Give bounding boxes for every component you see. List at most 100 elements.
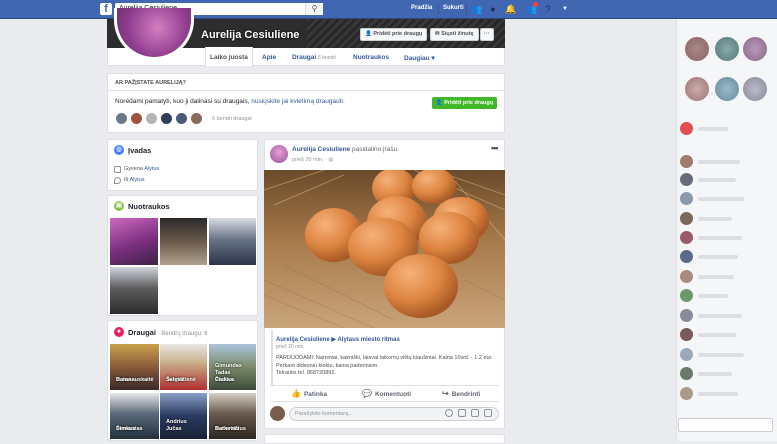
friend-tile[interactable]: Domantas Šimkus [110, 393, 159, 439]
story-avatar[interactable] [743, 37, 767, 61]
chat-contact-avatar[interactable] [680, 309, 693, 322]
lives-in-city-link[interactable]: Alytus [144, 166, 159, 172]
chat-contact-name[interactable] [698, 294, 728, 298]
mutual-friend-avatar[interactable] [160, 112, 173, 125]
gif-icon[interactable] [471, 409, 479, 417]
emoji-icon[interactable] [445, 409, 453, 417]
chat-contact-avatar[interactable] [680, 231, 693, 244]
chat-contact-name[interactable] [698, 160, 740, 164]
friend-tile[interactable]: Robertas Barkevičius [209, 393, 256, 439]
send-message-button[interactable]: ✉ Siųsti žinutę [430, 28, 479, 41]
post-author-link[interactable]: Aurelija Cesiuliene [292, 146, 350, 153]
chat-contact-name[interactable] [698, 236, 742, 240]
chat-contact-avatar[interactable] [680, 250, 693, 263]
photos-title[interactable]: Nuotraukos [128, 202, 170, 211]
tab-friends[interactable]: Draugai 6 bendri [292, 54, 336, 61]
share-button[interactable]: ↪ Bendrinti [442, 389, 480, 398]
comment-input[interactable]: Parašykite komentarą... [289, 407, 499, 421]
nav-home-link[interactable]: Pradžia [411, 5, 432, 11]
mutual-friends-count[interactable]: 6 bendri draugai [212, 116, 252, 122]
chat-contact-avatar[interactable] [680, 155, 693, 168]
post-time[interactable]: prieš 20 min. · ◍ [292, 157, 333, 163]
lives-in-text: Gyvena Alytus [124, 166, 159, 172]
from-city-link[interactable]: Alytus [130, 177, 145, 183]
current-user-avatar [270, 406, 285, 421]
add-friend-button[interactable]: 👤 Pridėti prie draugų [360, 28, 428, 41]
chat-contact-name[interactable] [698, 333, 736, 337]
friend-tile[interactable]: Paulius Gimundas Tadas Čiukas [209, 344, 256, 390]
chat-contact-name[interactable] [698, 353, 744, 357]
help-icon[interactable]: ? [543, 4, 553, 14]
photo-thumbnail[interactable] [209, 218, 256, 265]
story-avatar[interactable] [685, 37, 709, 61]
tab-more[interactable]: Daugiau ▾ [404, 54, 435, 62]
chat-contact-name[interactable] [698, 217, 732, 221]
story-avatar[interactable] [685, 77, 709, 101]
like-button[interactable]: 👍 Patinka [291, 389, 327, 398]
photo-thumbnail[interactable] [110, 267, 158, 314]
mutual-friend-avatar[interactable] [130, 112, 143, 125]
messenger-icon[interactable]: ● [488, 4, 498, 14]
chat-contact-avatar[interactable] [680, 328, 693, 341]
chat-contact-avatar[interactable] [680, 270, 693, 283]
post-image-eggs[interactable] [264, 170, 505, 328]
chat-contact-avatar[interactable] [680, 212, 693, 225]
chat-contact-name[interactable] [698, 314, 742, 318]
shared-author-link[interactable]: Aurelija Cesiuliene [276, 337, 330, 343]
friends-icon[interactable]: 👥 [471, 4, 482, 14]
chat-contact-avatar[interactable] [680, 387, 693, 400]
photo-thumbnail[interactable] [110, 218, 158, 265]
chat-contact-name[interactable] [698, 275, 734, 279]
post-author-avatar[interactable] [270, 145, 288, 163]
chat-search-input[interactable] [678, 418, 773, 432]
comment-button[interactable]: 💬 Komentuoti [362, 389, 411, 398]
search-icon[interactable]: ⚲ [305, 3, 323, 15]
mutual-friend-avatar[interactable] [145, 112, 158, 125]
friend-tile[interactable]: Daina Baranauskaitė [110, 344, 159, 390]
mutual-friends-subtitle: · Bendrų draugų: 6 [155, 331, 208, 337]
shared-group-link[interactable]: Alytaus miesto ritmas [337, 337, 399, 343]
chat-contact-avatar[interactable] [680, 367, 693, 380]
story-avatar[interactable] [715, 37, 739, 61]
post-action-text: pasidalino įrašu. [350, 146, 399, 153]
mutual-friend-avatar[interactable] [175, 112, 188, 125]
do-you-know-heading: AR PAŽĮSTATE AURELIJĄ? [115, 80, 186, 86]
chat-contact-name[interactable] [698, 197, 744, 201]
bell-icon[interactable]: 🔔 [505, 4, 516, 14]
chat-contact-name[interactable] [698, 392, 738, 396]
chat-contact-avatar[interactable] [680, 289, 693, 302]
post-options-icon[interactable]: ••• [491, 143, 499, 153]
story-avatar[interactable] [715, 77, 739, 101]
friend-tile[interactable]: Andrius Jučas [160, 393, 207, 439]
caret-down-icon[interactable]: ▼ [560, 4, 570, 14]
mutual-friend-avatar[interactable] [115, 112, 128, 125]
message-icon: ✉ [435, 31, 440, 37]
friend-tile[interactable]: Jurgita Šelevičienė [160, 344, 207, 390]
tab-photos[interactable]: Nuotraukos [353, 54, 389, 61]
friends-title-label[interactable]: Draugai [128, 328, 156, 337]
tab-timeline[interactable]: Laiko juosta [210, 54, 248, 61]
nav-create-link[interactable]: Sukurti [443, 5, 464, 11]
send-request-link[interactable]: nusiųskite jai kvietimą draugauti. [251, 98, 345, 105]
story-avatar[interactable] [743, 77, 767, 101]
shared-post-time[interactable]: prieš 20 min. [276, 344, 305, 350]
chat-contact-avatar[interactable] [680, 122, 693, 135]
chat-contact-avatar[interactable] [680, 192, 693, 205]
add-friend-green-button[interactable]: 👤 Pridėti prie draugų [432, 97, 497, 109]
chat-contact-name[interactable] [698, 255, 738, 259]
camera-icon[interactable] [458, 409, 466, 417]
chat-contact-avatar[interactable] [680, 348, 693, 361]
intro-title: Įvadas [128, 146, 152, 155]
profile-name[interactable]: Aurelija Cesiuliene [201, 29, 299, 41]
chat-contact-name[interactable] [698, 127, 728, 131]
facebook-logo[interactable]: f [100, 3, 112, 15]
more-options-button[interactable]: ··· [480, 28, 494, 41]
photo-icon: ▣ [114, 201, 124, 211]
chat-contact-name[interactable] [698, 178, 736, 182]
chat-contact-name[interactable] [698, 372, 732, 376]
photo-thumbnail[interactable] [160, 218, 207, 265]
mutual-friend-avatar[interactable] [190, 112, 203, 125]
tab-about[interactable]: Apie [262, 54, 276, 61]
sticker-icon[interactable] [484, 409, 492, 417]
chat-contact-avatar[interactable] [680, 173, 693, 186]
